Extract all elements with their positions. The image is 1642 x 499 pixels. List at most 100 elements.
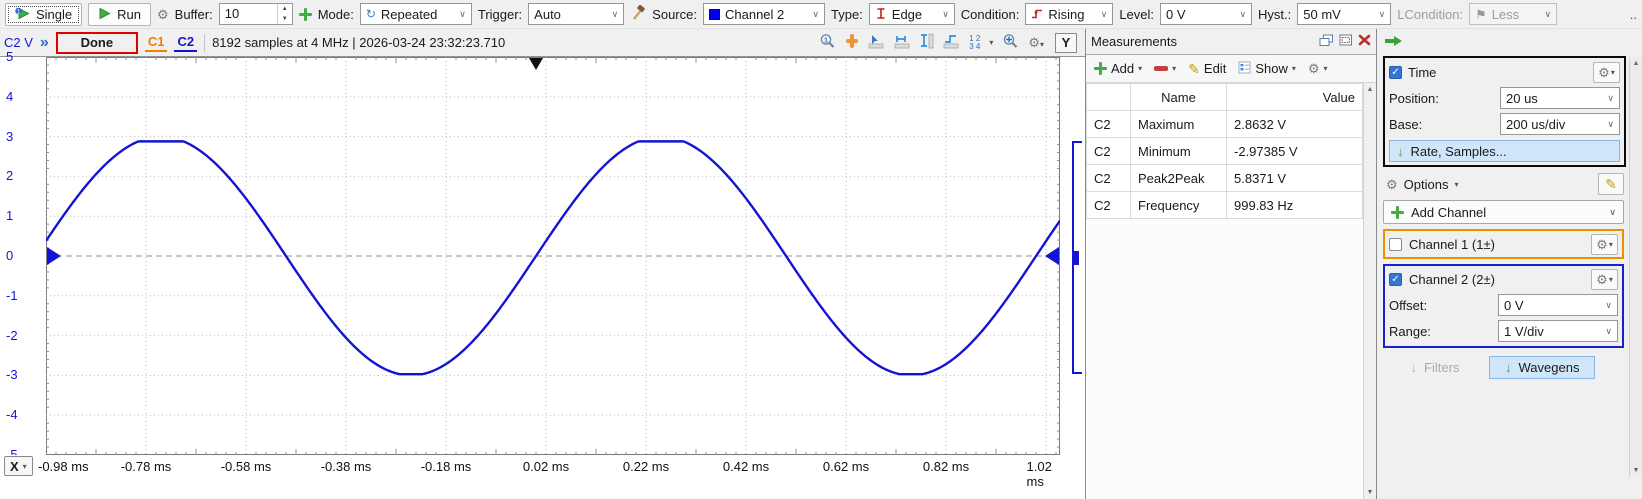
scroll-up-icon[interactable]: ▲ bbox=[1367, 86, 1374, 93]
zoom-pan-icon[interactable] bbox=[1002, 33, 1019, 52]
chevron-down-icon: ∨ bbox=[1609, 206, 1616, 217]
waveform-plot[interactable] bbox=[45, 57, 1061, 455]
scroll-down-icon[interactable]: ▼ bbox=[1367, 489, 1374, 496]
add-marker-icon[interactable] bbox=[845, 33, 859, 52]
tab-channel1[interactable]: C1 bbox=[144, 33, 168, 52]
config-scrollbar[interactable]: ▲ ▼ bbox=[1629, 57, 1642, 477]
view-caret-icon[interactable]: ▾ bbox=[989, 38, 993, 47]
y-tick-label: -4 bbox=[6, 407, 18, 423]
chevron-down-icon: ∨ bbox=[459, 8, 466, 19]
measurement-row[interactable]: C2 Maximum 2.8632 V bbox=[1086, 110, 1363, 138]
measurement-row[interactable]: C2 Minimum -2.97385 V bbox=[1086, 137, 1363, 165]
expand-arrow-icon[interactable]: » bbox=[40, 34, 49, 52]
y-axis-channel-label[interactable]: C2 V bbox=[4, 35, 33, 50]
measurements-gear-button[interactable]: ⚙ ▾ bbox=[1304, 60, 1332, 77]
source-select[interactable]: Channel 2 ∨ bbox=[702, 3, 825, 25]
base-label: Base: bbox=[1389, 116, 1423, 132]
single-button[interactable]: 1 Single bbox=[5, 2, 83, 26]
y-axis-button[interactable]: Y bbox=[1055, 32, 1077, 53]
x-tick-label: -0.58 ms bbox=[220, 459, 272, 474]
options-edit-button[interactable]: ✎ bbox=[1598, 173, 1624, 195]
add-measurement-button[interactable]: Add ▾ bbox=[1090, 59, 1146, 78]
y-tick-label: 5 bbox=[6, 49, 14, 64]
scroll-up-icon[interactable]: ▲ bbox=[1633, 60, 1640, 67]
quad-view-icon[interactable]: 1 23 4 bbox=[969, 34, 980, 51]
type-select[interactable]: Edge ∨ bbox=[868, 3, 955, 25]
channel2-gear-button[interactable]: ⚙ ▾ bbox=[1591, 268, 1618, 290]
buffer-gear-icon[interactable]: ⚙ bbox=[157, 8, 169, 21]
time-checkbox[interactable]: ✓ bbox=[1389, 66, 1402, 79]
offset-value: 0 V bbox=[1504, 297, 1524, 313]
down-arrow-icon: ↓ bbox=[1505, 360, 1512, 375]
measurement-name: Peak2Peak bbox=[1130, 164, 1227, 192]
chevron-down-icon: ∨ bbox=[1100, 8, 1108, 19]
filters-button[interactable]: ↓ Filters bbox=[1389, 360, 1481, 375]
y-tick-label: 0 bbox=[6, 248, 14, 263]
base-select[interactable]: 200 us/div ∨ bbox=[1500, 113, 1620, 135]
options-label[interactable]: Options bbox=[1404, 177, 1449, 192]
time-title: Time bbox=[1408, 65, 1437, 80]
measurement-row[interactable]: C2 Peak2Peak 5.8371 V bbox=[1086, 164, 1363, 192]
measurement-channel: C2 bbox=[1086, 110, 1131, 138]
hyst-select[interactable]: 50 mV ∨ bbox=[1297, 3, 1392, 25]
measurement-row[interactable]: C2 Frequency 999.83 Hz bbox=[1086, 191, 1363, 219]
time-gear-button[interactable]: ⚙ ▾ bbox=[1593, 62, 1620, 83]
edge-cursor-icon[interactable] bbox=[943, 34, 960, 52]
buffer-spin-arrows[interactable]: ▲ ▼ bbox=[276, 4, 292, 24]
chevron-down-icon: ▾ bbox=[22, 461, 27, 471]
single-play-icon: 1 bbox=[15, 7, 30, 22]
condition-label: Condition: bbox=[960, 6, 1020, 22]
y-tick-label: 3 bbox=[6, 128, 14, 144]
rate-samples-button[interactable]: ↓ Rate, Samples... bbox=[1389, 140, 1620, 162]
horizontal-cursor-icon[interactable] bbox=[894, 34, 911, 52]
add-mode-icon[interactable] bbox=[298, 7, 312, 21]
svg-text:1: 1 bbox=[824, 37, 828, 44]
maximize-icon[interactable] bbox=[1339, 34, 1353, 49]
undock-icon[interactable] bbox=[1319, 34, 1334, 50]
measurements-header-row: Name Value bbox=[1086, 83, 1363, 111]
green-arrow-icon[interactable] bbox=[1384, 35, 1404, 50]
lcondition-select[interactable]: ⚑ Less ∨ bbox=[1469, 3, 1558, 25]
scope-grid[interactable] bbox=[45, 57, 1061, 455]
measurements-scrollbar[interactable]: ▲ ▼ bbox=[1363, 83, 1376, 499]
status-badge: Done bbox=[55, 31, 138, 54]
range-select[interactable]: 1 V/div ∨ bbox=[1498, 320, 1618, 342]
x-tick-label: 0.42 ms bbox=[722, 459, 770, 474]
channel2-range-indicator[interactable] bbox=[1072, 141, 1082, 374]
add-label: Add bbox=[1111, 61, 1135, 76]
trigger-select[interactable]: Auto ∨ bbox=[528, 3, 625, 25]
run-button[interactable]: Run bbox=[88, 2, 151, 26]
x-tick-label: 0.82 ms bbox=[922, 459, 970, 474]
channel2-checkbox[interactable]: ✓ bbox=[1389, 272, 1402, 286]
close-icon[interactable] bbox=[1358, 34, 1371, 49]
vertical-cursor-icon[interactable] bbox=[920, 33, 934, 52]
level-value: 0 V bbox=[1166, 6, 1186, 22]
tab-channel2[interactable]: C2 bbox=[174, 33, 198, 52]
show-measurement-button[interactable]: Show ▾ bbox=[1234, 59, 1300, 79]
x-tick-label: -0.98 ms bbox=[38, 459, 89, 474]
down-arrow-icon: ↓ bbox=[1410, 360, 1418, 375]
toolbar-overflow[interactable]: .. bbox=[1630, 7, 1637, 22]
position-select[interactable]: 20 us ∨ bbox=[1500, 87, 1620, 109]
add-channel-button[interactable]: Add Channel ∨ bbox=[1383, 200, 1624, 224]
buffer-spinner[interactable]: 10 ▲ ▼ bbox=[218, 3, 293, 25]
wavegens-button[interactable]: ↓ Wavegens bbox=[1489, 356, 1596, 379]
chevron-down-icon: ∨ bbox=[1239, 8, 1247, 19]
edit-measurement-button[interactable]: ✎ Edit bbox=[1184, 59, 1230, 78]
plot-settings-gear-icon[interactable]: ⚙▾ bbox=[1028, 35, 1044, 50]
offset-select[interactable]: 0 V ∨ bbox=[1498, 294, 1618, 316]
zoom-fit-icon[interactable]: 1 bbox=[819, 33, 836, 52]
pointer-tool-icon[interactable] bbox=[868, 34, 885, 52]
scroll-down-icon[interactable]: ▼ bbox=[1633, 467, 1640, 474]
channel1-gear-button[interactable]: ⚙ ▾ bbox=[1591, 233, 1618, 255]
channel1-checkbox[interactable] bbox=[1389, 237, 1402, 251]
trigger-settings-hammer-icon[interactable] bbox=[630, 4, 646, 23]
level-select[interactable]: 0 V ∨ bbox=[1160, 3, 1253, 25]
condition-select[interactable]: Rising ∨ bbox=[1025, 3, 1114, 25]
x-tick-label: -0.38 ms bbox=[320, 459, 372, 474]
acquisition-info: 8192 samples at 4 MHz | 2026-03-24 23:32… bbox=[212, 35, 506, 50]
mode-select[interactable]: ↻ Repeated ∨ bbox=[359, 3, 472, 25]
x-axis-button[interactable]: X ▾ bbox=[4, 456, 33, 476]
remove-measurement-button[interactable]: ▾ bbox=[1150, 62, 1180, 75]
bottom-buttons-row: ↓ Filters ↓ Wavegens bbox=[1389, 356, 1624, 379]
